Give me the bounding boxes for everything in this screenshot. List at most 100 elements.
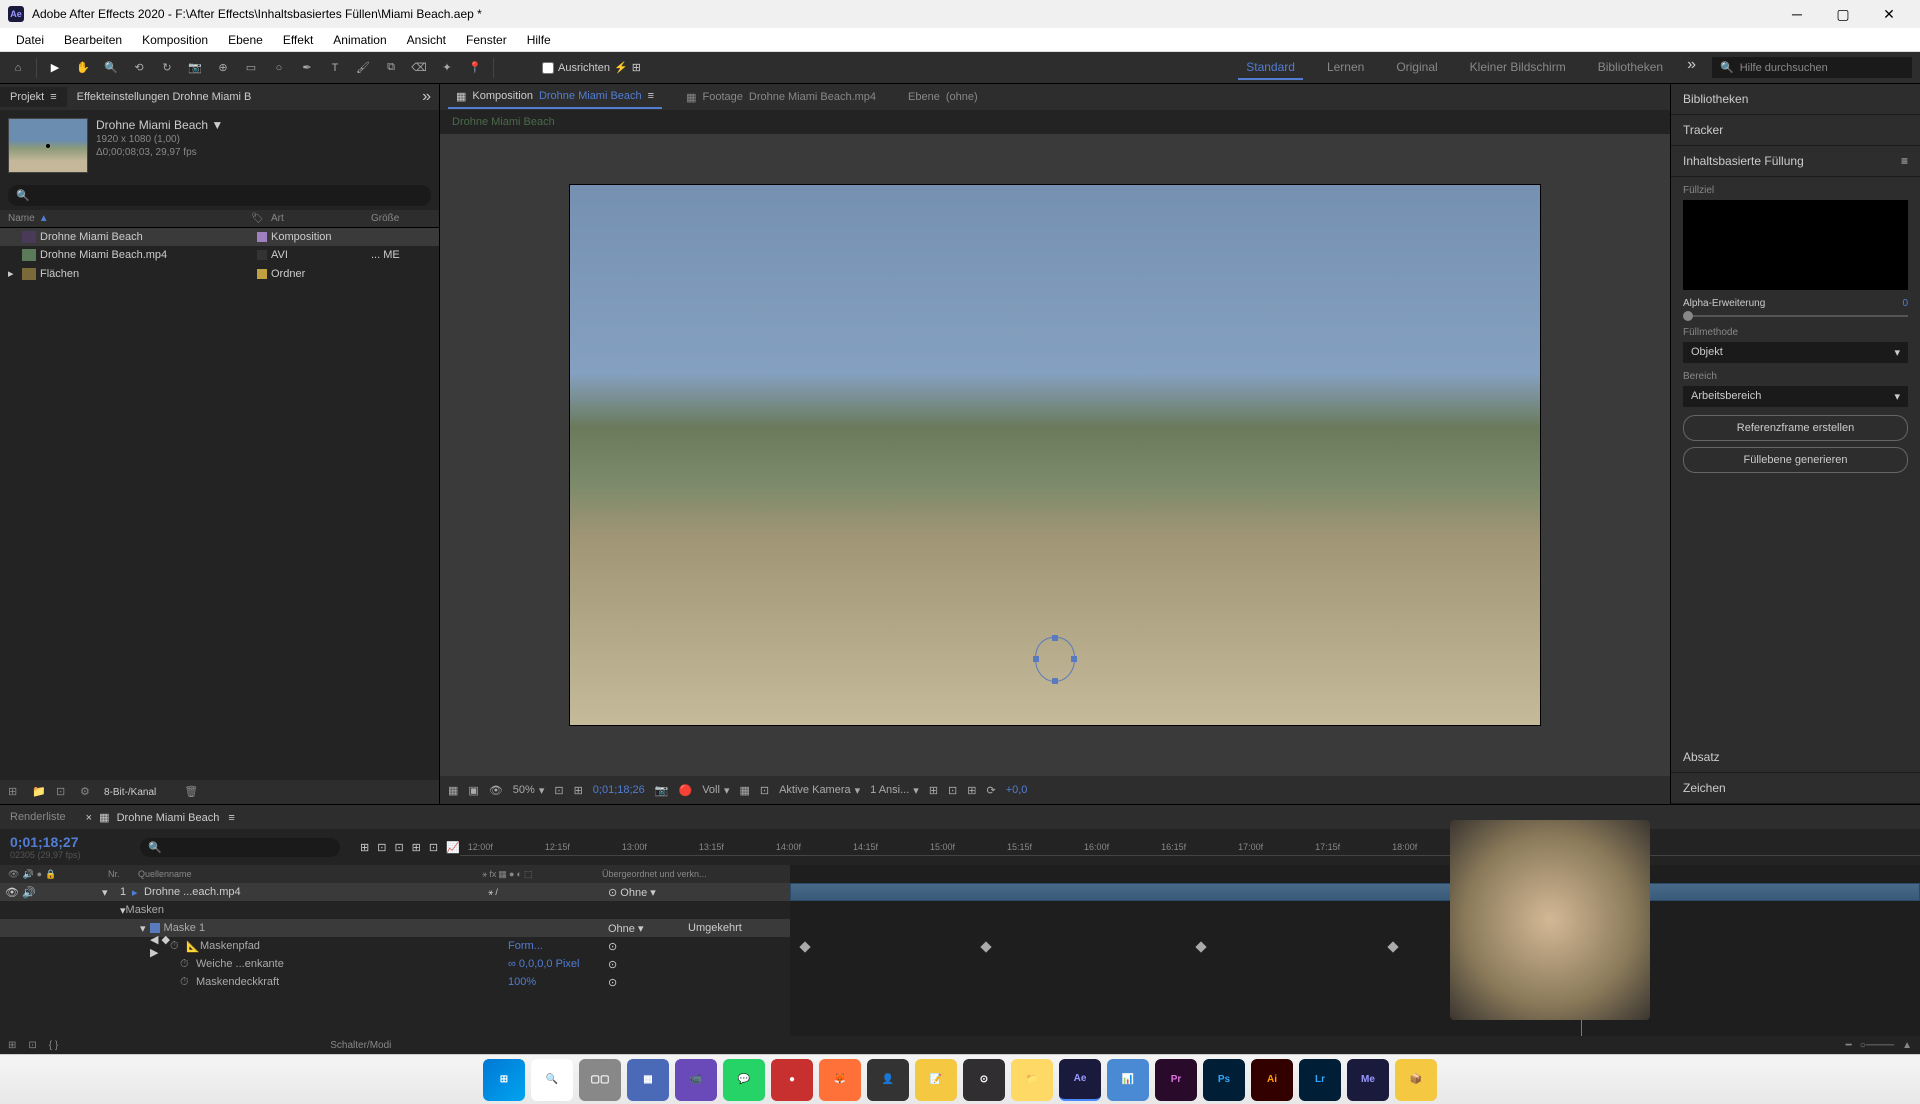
color-label[interactable]: [257, 232, 267, 242]
workspace-standard[interactable]: Standard: [1238, 56, 1303, 80]
audio-toggle-icon[interactable]: 🔊: [22, 869, 33, 880]
menu-ansicht[interactable]: Ansicht: [399, 31, 454, 49]
views-dropdown[interactable]: 1 Ansi... ▾: [870, 784, 919, 797]
magnification-icon[interactable]: ▦: [448, 784, 458, 797]
snapshot-icon[interactable]: 📷: [655, 784, 669, 797]
menu-animation[interactable]: Animation: [325, 31, 394, 49]
timeline-search[interactable]: 🔍: [140, 838, 340, 857]
fill-method-dropdown[interactable]: Objekt▾: [1683, 342, 1908, 363]
resolution-dropdown[interactable]: Voll ▾: [702, 784, 729, 797]
bpc-label[interactable]: 8-Bit-/Kanal: [104, 787, 156, 798]
video-toggle-icon[interactable]: 👁: [8, 869, 19, 880]
anchor-tool-icon[interactable]: ⊕: [213, 58, 233, 78]
mask-opacity-prop[interactable]: ⏱ Maskendeckkraft 100% ⊙: [0, 973, 790, 991]
timeline-icon[interactable]: ⊡: [948, 784, 957, 797]
menu-ebene[interactable]: Ebene: [220, 31, 271, 49]
color-label[interactable]: [257, 269, 267, 279]
mask-feather-value[interactable]: ∞ 0,0,0,0 Pixel: [508, 958, 608, 970]
workspace-original[interactable]: Original: [1388, 56, 1445, 80]
mask-opacity-value[interactable]: 100%: [508, 976, 608, 988]
graph-editor-icon[interactable]: 📈: [446, 841, 460, 854]
maximize-button[interactable]: ▢: [1820, 0, 1866, 28]
toggle-switches-icon[interactable]: ⊞: [8, 1040, 16, 1051]
mask-inverted-label[interactable]: Umgekehrt: [688, 922, 788, 934]
minimize-button[interactable]: ─: [1774, 0, 1820, 28]
solo-toggle-icon[interactable]: ●: [37, 869, 42, 880]
keyframe[interactable]: [800, 941, 811, 952]
constrain-icon[interactable]: ∞: [508, 958, 516, 970]
transparency-grid-icon[interactable]: ▣: [468, 784, 478, 797]
resolution-icon[interactable]: ⊡: [554, 784, 563, 797]
frame-blend-icon[interactable]: ⊞: [412, 841, 421, 854]
timeline-ruler[interactable]: 12:00f 12:15f 13:00f 13:15f 14:00f 14:15…: [460, 838, 1920, 856]
adjustment-icon[interactable]: ◐: [516, 869, 521, 880]
help-search[interactable]: 🔍 Hilfe durchsuchen: [1712, 57, 1912, 78]
layer-video-toggle[interactable]: 👁: [5, 886, 19, 899]
parent-dropdown[interactable]: Ohne: [620, 887, 647, 899]
menu-datei[interactable]: Datei: [8, 31, 52, 49]
comp-breadcrumb[interactable]: Drohne Miami Beach: [440, 110, 1670, 134]
menu-hilfe[interactable]: Hilfe: [519, 31, 559, 49]
zoom-out-icon[interactable]: ━: [1846, 1040, 1852, 1051]
project-item-folder[interactable]: ▸ Flächen Ordner: [0, 264, 439, 283]
mask-vertex-top[interactable]: [1052, 635, 1058, 641]
shy-icon[interactable]: ⚹: [482, 869, 487, 880]
create-reference-frame-button[interactable]: Referenzframe erstellen: [1683, 415, 1908, 441]
mask-mode-dropdown[interactable]: Ohne ▾: [608, 922, 688, 935]
motion-blur-icon[interactable]: ⊡: [429, 841, 438, 854]
zoom-slider[interactable]: ○────: [1860, 1040, 1894, 1051]
fast-preview-icon[interactable]: ▦: [739, 784, 749, 797]
camera-tool-icon[interactable]: 📷: [185, 58, 205, 78]
timeline-timecode[interactable]: 0;01;18;27: [10, 834, 130, 850]
switches-modes-toggle[interactable]: Schalter/Modi: [330, 1040, 391, 1051]
col-size[interactable]: Größe: [371, 213, 431, 224]
panel-tracker[interactable]: Tracker: [1671, 115, 1920, 146]
range-dropdown[interactable]: Arbeitsbereich▾: [1683, 386, 1908, 407]
snap-checkbox[interactable]: [542, 62, 554, 74]
layer-clip[interactable]: [790, 883, 1920, 901]
timeline-tracks[interactable]: [790, 865, 1920, 1036]
alpha-expansion-value[interactable]: 0: [1902, 298, 1908, 309]
project-item-footage[interactable]: Drohne Miami Beach.mp4 AVI ... ME: [0, 246, 439, 264]
new-comp-icon[interactable]: ⊡: [56, 785, 72, 799]
mask-feather-prop[interactable]: ⏱ Weiche ...enkante ∞ 0,0,0,0 Pixel ⊙: [0, 955, 790, 973]
menu-fenster[interactable]: Fenster: [458, 31, 515, 49]
channel-icon[interactable]: 🔴: [678, 784, 692, 797]
mask-visibility-icon[interactable]: 👁: [489, 784, 503, 797]
tab-project[interactable]: Projekt≡: [0, 87, 67, 107]
interpret-footage-icon[interactable]: ⊞: [8, 785, 24, 799]
col-label-icon[interactable]: 🏷: [251, 213, 271, 224]
new-folder-icon[interactable]: 📁: [32, 785, 48, 799]
rect-tool-icon[interactable]: ▭: [241, 58, 261, 78]
mask-vertex-left[interactable]: [1033, 656, 1039, 662]
eraser-tool-icon[interactable]: ⌫: [409, 58, 429, 78]
prop-pickwhip-icon[interactable]: ⊙: [608, 959, 617, 971]
trash-icon[interactable]: 🗑: [184, 785, 200, 799]
timeline-layer-1[interactable]: 👁 🔊 ▾ 1 ▸ Drohne ...each.mp4 ⚹/ ⊙ Ohne ▾: [0, 883, 790, 901]
exposure-value[interactable]: +0,0: [1006, 784, 1028, 796]
prop-pickwhip-icon[interactable]: ⊙: [608, 941, 617, 953]
panel-overflow-icon[interactable]: »: [422, 88, 431, 106]
mask-1[interactable]: ▾ Maske 1 Ohne ▾ Umgekehrt: [0, 919, 790, 937]
brush-tool-icon[interactable]: 🖌: [353, 58, 373, 78]
workspace-lernen[interactable]: Lernen: [1319, 56, 1372, 80]
tab-effect-settings[interactable]: Effekteinstellungen Drohne Miami B: [67, 87, 262, 107]
text-tool-icon[interactable]: T: [325, 58, 345, 78]
selection-tool-icon[interactable]: ▶: [45, 58, 65, 78]
comp-title[interactable]: Drohne Miami Beach ▼: [96, 118, 223, 132]
3d-view-icon[interactable]: ⊡: [760, 784, 769, 797]
composition-viewer[interactable]: [440, 134, 1670, 776]
keyframe[interactable]: [1387, 941, 1398, 952]
camera-dropdown[interactable]: Aktive Kamera ▾: [779, 784, 860, 797]
menu-effekt[interactable]: Effekt: [275, 31, 321, 49]
pixel-aspect-icon[interactable]: ⊞: [929, 784, 938, 797]
comp-mini-flowchart-icon[interactable]: ⊞: [360, 841, 369, 854]
roto-tool-icon[interactable]: ✦: [437, 58, 457, 78]
close-button[interactable]: ✕: [1866, 0, 1912, 28]
panel-bibliotheken[interactable]: Bibliotheken: [1671, 84, 1920, 115]
stopwatch-icon[interactable]: ⏱: [180, 958, 192, 970]
roi-icon[interactable]: ⊞: [574, 784, 583, 797]
video-preview[interactable]: [570, 185, 1540, 725]
toggle-modes-icon[interactable]: ⊡: [28, 1040, 36, 1051]
mask-vertex-right[interactable]: [1071, 656, 1077, 662]
